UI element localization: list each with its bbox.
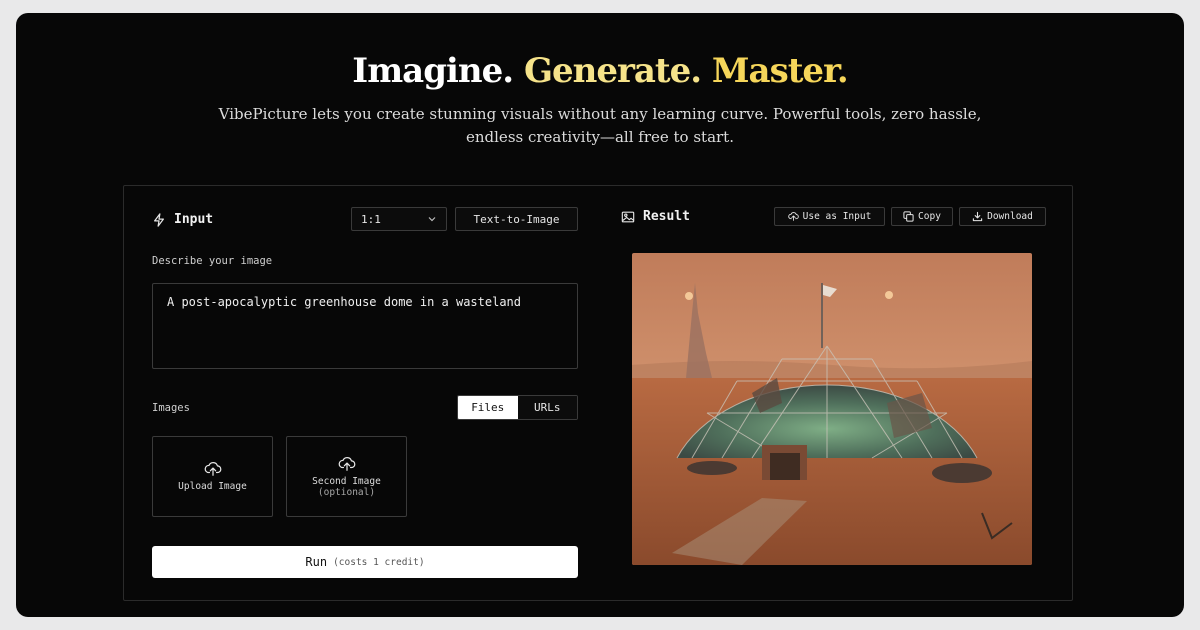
prompt-textarea[interactable]: A post-apocalyptic greenhouse dome in a … [152,283,578,369]
hero-subtitle: VibePicture lets you create stunning vis… [218,105,982,146]
app-frame: Imagine. Generate. Master. VibePicture l… [16,13,1184,617]
upload-image-label: Upload Image [178,481,247,492]
cloud-upload-icon [787,212,799,221]
copy-button[interactable]: Copy [891,207,953,226]
result-title-label: Result [643,209,690,224]
run-cost-label: (costs 1 credit) [333,556,425,568]
result-section-title: Result [621,209,690,224]
aspect-ratio-select[interactable]: 1:1 [351,207,447,231]
input-title-label: Input [174,212,214,227]
image-icon [621,211,635,222]
cloud-upload-icon [204,462,221,476]
aspect-ratio-value: 1:1 [361,212,381,226]
copy-icon [903,211,914,222]
chevron-down-icon [428,217,436,222]
download-button[interactable]: Download [959,207,1046,226]
input-section-title: Input [152,212,213,227]
generator-panel: Input 1:1 Text-to-Image Describe your im… [123,185,1073,601]
optional-label: (optional) [317,486,376,498]
images-label: Images [152,402,190,414]
tab-files[interactable]: Files [458,396,518,419]
copy-label: Copy [918,211,941,222]
run-button[interactable]: Run (costs 1 credit) [152,546,578,578]
hero-title: Imagine. Generate. Master. [16,51,1184,91]
mode-button[interactable]: Text-to-Image [455,207,578,231]
use-as-input-button[interactable]: Use as Input [774,207,885,226]
describe-label: Describe your image [152,255,273,267]
download-icon [972,211,983,222]
tab-urls[interactable]: URLs [517,396,577,419]
hero-title-master: Master. [711,51,849,91]
run-label: Run [305,555,328,569]
lightning-icon [154,212,164,227]
generated-image [632,253,1032,565]
hero-title-generate: Generate. [523,51,702,91]
use-as-input-label: Use as Input [802,211,872,222]
upload-second-image-button[interactable]: Second Image (optional) [286,436,407,517]
image-source-toggle: Files URLs [457,395,578,420]
upload-image-button[interactable]: Upload Image [152,436,273,517]
generated-image-illustration [632,253,1032,565]
cloud-upload-icon [338,456,355,471]
download-label: Download [987,211,1033,222]
hero-title-imagine: Imagine. [352,51,514,91]
second-image-label: Second Image [312,475,381,487]
